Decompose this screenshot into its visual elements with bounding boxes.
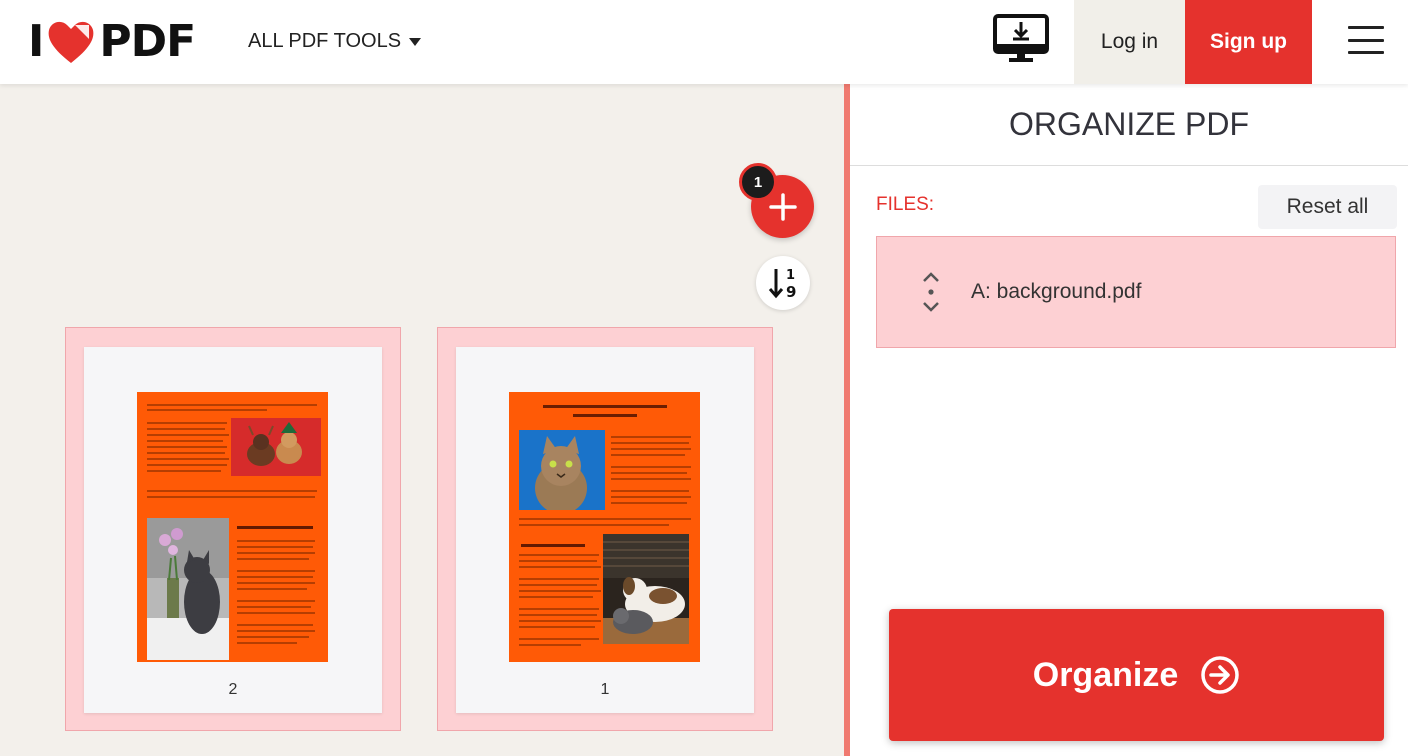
hamburger-line [1348,38,1384,42]
login-label: Log in [1100,30,1159,53]
svg-text:9: 9 [786,283,796,301]
plus-icon [768,192,797,221]
organize-button[interactable]: Organize [889,609,1384,741]
file-count-badge: 1 [739,163,777,201]
reset-all-button[interactable]: Reset all [1258,185,1397,229]
cat-plant-photo [147,518,229,660]
logo-text-i: I [28,15,44,67]
files-label: FILES: [876,194,935,215]
caret-down-icon [409,37,422,46]
file-list-item[interactable]: A: background.pdf [876,236,1396,348]
organize-label: Organize [1032,655,1179,694]
heart-logo-icon [49,21,94,64]
sort-pages-button[interactable]: 1 9 [756,256,810,310]
logo-text-pdf: PDF [99,15,196,67]
svg-text:1: 1 [786,268,795,283]
cats-christmas-photo [231,418,321,476]
file-name: A: background.pdf [971,280,1142,303]
signup-label: Sign up [1210,30,1287,53]
top-header: I PDF ALL PDF TOOLS Log in Sign up [0,0,1408,84]
sort-numeric-icon: 1 9 [768,268,796,301]
reset-all-label: Reset all [1286,195,1369,218]
hamburger-line [1348,51,1384,54]
page-number: 2 [228,681,238,698]
arrow-right-circle-icon [1201,656,1239,694]
page-thumbnail [509,392,700,662]
ilovepdf-logo[interactable]: I PDF [28,15,196,67]
desktop-download-icon[interactable] [993,14,1049,64]
all-pdf-tools-menu[interactable]: ALL PDF TOOLS [248,30,422,53]
dog-cat-photo [603,534,689,644]
signup-button[interactable]: Sign up [1185,0,1312,84]
hamburger-line [1348,26,1384,29]
drag-handle-icon[interactable] [921,272,941,312]
page-preview: 2 [84,347,382,713]
login-button[interactable]: Log in [1074,0,1185,84]
sidebar-title: ORGANIZE PDF [850,84,1408,166]
page-card-2[interactable]: 2 [65,327,401,731]
cat-sky-photo [519,430,605,510]
hamburger-menu-icon[interactable] [1348,26,1384,54]
page-number: 1 [600,681,610,698]
page-preview: 1 [456,347,754,713]
all-pdf-tools-label: ALL PDF TOOLS [248,30,402,52]
page-card-1[interactable]: 1 [437,327,773,731]
page-thumbnail [137,392,328,662]
organize-sidebar: ORGANIZE PDF FILES: Reset all A: backgro… [850,84,1408,756]
